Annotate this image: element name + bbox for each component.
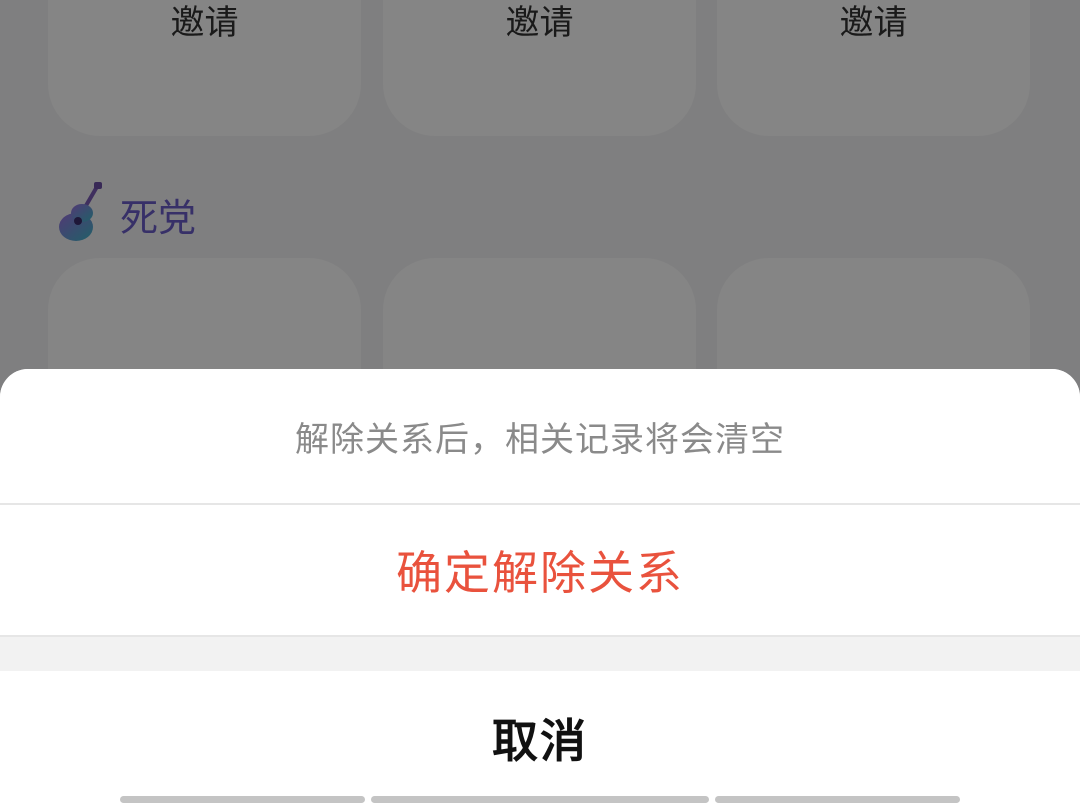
confirm-unbind-button[interactable]: 确定解除关系 xyxy=(0,505,1080,637)
nav-bar-segment xyxy=(371,796,709,803)
cancel-button[interactable]: 取消 xyxy=(0,671,1080,804)
nav-bar-segment xyxy=(715,796,960,803)
nav-bar-segment xyxy=(120,796,365,803)
sheet-message: 解除关系后，相关记录将会清空 xyxy=(0,369,1080,503)
action-sheet: 解除关系后，相关记录将会清空 确定解除关系 取消 xyxy=(0,369,1080,804)
